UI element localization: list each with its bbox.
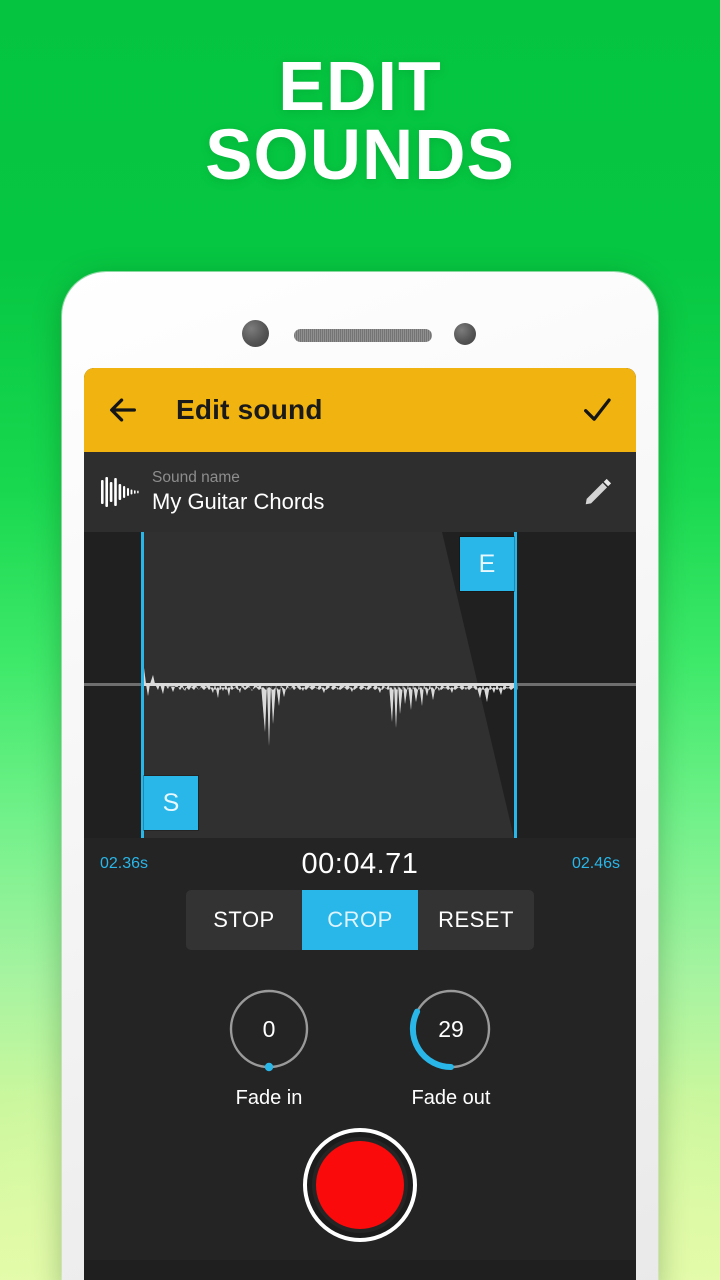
headline-line-1: EDIT [278,47,442,125]
app-bar: Edit sound [84,368,636,452]
fade-controls: 0 Fade in 29 Fade out [84,976,636,1110]
start-time-label: 02.36s [100,855,149,872]
headline-line-2: SOUNDS [205,115,515,195]
front-camera-icon [242,320,269,347]
record-dot-icon [316,1141,404,1229]
arrow-left-icon[interactable] [106,393,140,427]
current-time-display: 00:04.71 [301,847,419,880]
promo-headline: EDIT SOUNDS [0,51,720,195]
fade-out-knob[interactable]: 29 Fade out [406,984,496,1110]
sound-name-texts: Sound name My Guitar Chords [152,469,582,515]
fade-in-value: 0 [262,1015,276,1042]
earpiece-grille-icon [294,329,432,342]
selection-end-line[interactable] [514,532,517,838]
phone-screen: Edit sound Sound name My Guitar Chords S… [84,368,636,1280]
sound-name-value: My Guitar Chords [152,489,325,514]
sound-name-label: Sound name [152,469,240,486]
start-marker-handle[interactable]: S [144,776,198,830]
crop-button[interactable]: CROP [302,890,418,950]
time-readout-row: 02.36s 00:04.71 02.46s [84,838,636,890]
page-title: Edit sound [176,394,323,425]
waveform-editor[interactable]: S E [84,532,636,838]
record-button[interactable] [303,1128,417,1242]
sound-name-row[interactable]: Sound name My Guitar Chords [84,452,636,532]
fade-out-dial[interactable]: 29 [406,984,496,1074]
phone-mockup: Edit sound Sound name My Guitar Chords S… [62,272,658,1280]
stop-button[interactable]: STOP [186,890,302,950]
record-zone [84,1110,636,1260]
phone-bezel-top [62,272,658,364]
end-marker-handle[interactable]: E [460,537,514,591]
transport-controls: STOP CROP RESET [84,890,636,976]
fade-out-value: 29 [438,1015,464,1042]
transport-button-group: STOP CROP RESET [186,890,534,950]
fade-in-label: Fade in [235,1087,303,1109]
fade-in-dial[interactable]: 0 [224,984,314,1074]
promo-screenshot: EDIT SOUNDS Edit sound Sound name My Gui… [0,0,720,1280]
fade-out-label: Fade out [411,1087,491,1109]
reset-button[interactable]: RESET [418,890,534,950]
audio-wave-icon [101,477,139,507]
proximity-sensor-icon [454,323,476,345]
check-icon[interactable] [580,393,614,427]
pencil-icon[interactable] [582,476,614,508]
fade-in-knob[interactable]: 0 Fade in [224,984,314,1110]
end-time-label: 02.46s [571,855,620,872]
